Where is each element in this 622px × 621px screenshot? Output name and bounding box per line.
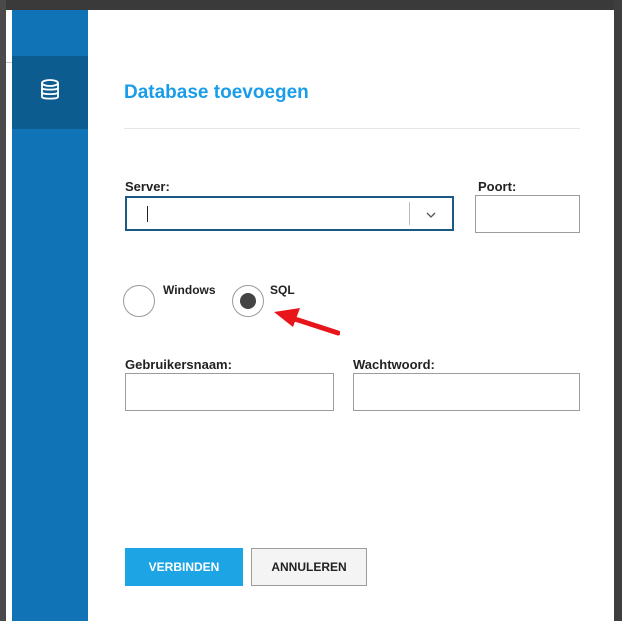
page-title: Database toevoegen xyxy=(124,82,309,103)
title-divider xyxy=(124,128,580,129)
window-frame-left xyxy=(0,0,6,621)
server-label: Server: xyxy=(125,179,170,194)
username-field[interactable] xyxy=(125,373,334,411)
cancel-button[interactable]: ANNULEREN xyxy=(251,548,367,586)
add-database-panel: Database toevoegen Server: Poort: Window… xyxy=(88,10,614,621)
server-input[interactable] xyxy=(127,198,427,229)
window-frame-top xyxy=(0,0,622,10)
radio-windows[interactable] xyxy=(123,285,155,317)
database-icon xyxy=(40,79,60,106)
port-field[interactable] xyxy=(475,195,580,233)
username-label: Gebruikersnaam: xyxy=(125,357,232,372)
server-dropdown-button[interactable] xyxy=(410,198,452,229)
sidebar-item-database[interactable] xyxy=(12,56,88,129)
text-cursor xyxy=(147,206,148,222)
sidebar xyxy=(12,10,88,621)
password-field[interactable] xyxy=(353,373,580,411)
server-combobox[interactable] xyxy=(125,196,454,231)
password-label: Wachtwoord: xyxy=(353,357,435,372)
connect-button[interactable]: VERBINDEN xyxy=(125,548,243,586)
annotation-arrow-icon xyxy=(180,290,341,345)
chevron-down-icon xyxy=(426,205,436,223)
port-label: Poort: xyxy=(478,179,517,194)
window-frame-right xyxy=(614,0,622,621)
